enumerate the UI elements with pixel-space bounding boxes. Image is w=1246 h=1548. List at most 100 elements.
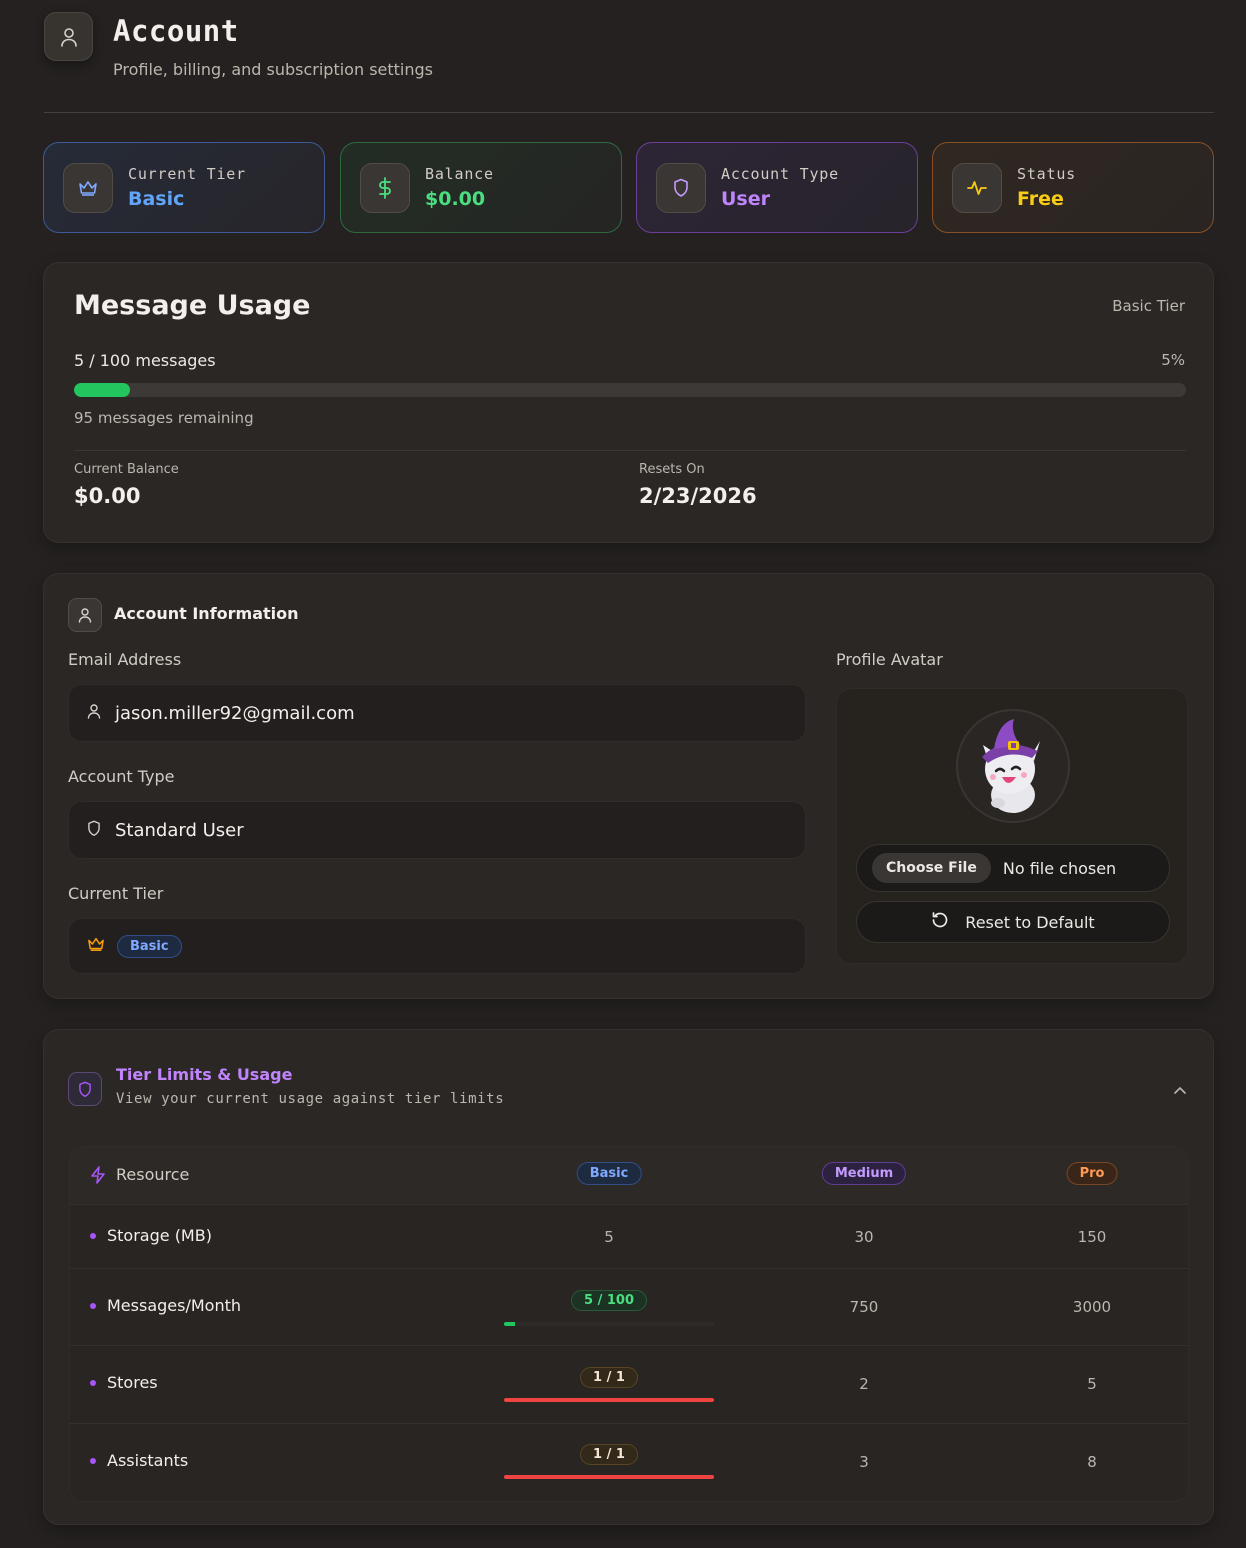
usage-count: 5 / 100 messages bbox=[74, 351, 216, 370]
dollar-icon bbox=[360, 162, 410, 213]
resource-name: Storage (MB) bbox=[107, 1226, 212, 1245]
stat-label: Status bbox=[1017, 165, 1076, 183]
stat-label: Balance bbox=[425, 165, 494, 183]
choose-file-button[interactable]: Choose File bbox=[872, 853, 991, 883]
stat-label: Account Type bbox=[721, 165, 839, 183]
email-label: Email Address bbox=[68, 650, 182, 669]
stat-value: User bbox=[721, 188, 770, 210]
resets-on-label: Resets On bbox=[639, 462, 705, 477]
usage-percent: 5% bbox=[1161, 351, 1185, 369]
medium-value: 3 bbox=[859, 1453, 869, 1471]
account-avatar-icon bbox=[44, 12, 93, 61]
row-divider bbox=[70, 1345, 1188, 1346]
pro-value: 5 bbox=[1087, 1375, 1097, 1393]
crown-icon bbox=[87, 936, 105, 956]
account-information-card: Account Information Email Address jason.… bbox=[43, 573, 1214, 999]
pro-badge: Pro bbox=[1066, 1162, 1118, 1185]
usage-tier-label: Basic Tier bbox=[1112, 297, 1185, 315]
table-header: Resource Basic Medium Pro bbox=[70, 1147, 1188, 1205]
current-balance-label: Current Balance bbox=[74, 462, 179, 477]
resource-name: Stores bbox=[107, 1373, 158, 1392]
medium-badge: Medium bbox=[821, 1162, 907, 1185]
rotate-ccw-icon bbox=[931, 911, 949, 933]
crown-icon bbox=[63, 162, 113, 213]
tier-limits-title: Tier Limits & Usage bbox=[116, 1065, 293, 1084]
shield-icon bbox=[656, 162, 706, 213]
usage-progress-bar bbox=[74, 383, 1186, 397]
bullet-dot bbox=[90, 1457, 96, 1464]
table-row-label: Stores bbox=[90, 1373, 158, 1392]
shield-icon bbox=[87, 820, 101, 841]
row-divider bbox=[70, 1268, 1188, 1269]
basic-usage-bar bbox=[504, 1398, 714, 1402]
resource-name: Assistants bbox=[107, 1451, 189, 1470]
basic-value: 5 bbox=[604, 1228, 614, 1246]
table-row-label: Storage (MB) bbox=[90, 1226, 212, 1245]
stat-value: Free bbox=[1017, 188, 1064, 210]
table-row-label: Assistants bbox=[90, 1451, 188, 1470]
pro-value: 3000 bbox=[1072, 1298, 1112, 1316]
basic-usage-bar bbox=[504, 1322, 714, 1326]
email-value: jason.miller92@gmail.com bbox=[115, 702, 355, 724]
usage-divider bbox=[74, 450, 1186, 451]
message-usage-title: Message Usage bbox=[74, 290, 311, 321]
bullet-dot bbox=[90, 1379, 96, 1386]
stat-value: $0.00 bbox=[425, 188, 486, 210]
zap-icon bbox=[90, 1165, 106, 1184]
page-title: Account bbox=[113, 14, 239, 48]
current-balance-value: $0.00 bbox=[74, 484, 141, 508]
basic-usage-pill: 1 / 1 bbox=[580, 1444, 638, 1465]
basic-badge: Basic bbox=[576, 1162, 642, 1185]
usage-progress-fill bbox=[74, 383, 130, 397]
account-type-value: Standard User bbox=[115, 819, 244, 841]
resource-header: Resource bbox=[90, 1165, 189, 1184]
header-divider bbox=[44, 112, 1214, 113]
account-type-label: Account Type bbox=[68, 767, 175, 786]
no-file-text: No file chosen bbox=[1002, 858, 1117, 878]
basic-column-header: Basic bbox=[576, 1162, 642, 1185]
row-divider bbox=[70, 1423, 1188, 1424]
basic-usage-pill: 1 / 1 bbox=[580, 1367, 638, 1388]
avatar-image bbox=[956, 709, 1070, 823]
resource-name: Messages/Month bbox=[107, 1296, 241, 1315]
basic-usage-fill bbox=[504, 1475, 714, 1479]
stat-value: Basic bbox=[128, 188, 185, 210]
stat-label: Current Tier bbox=[128, 165, 246, 183]
email-field: jason.miller92@gmail.com bbox=[68, 684, 806, 742]
stat-card-current-tier: Current Tier Basic bbox=[43, 142, 325, 233]
page-subtitle: Profile, billing, and subscription setti… bbox=[113, 60, 433, 79]
tier-limits-table: Resource Basic Medium Pro Storage (MB) 5… bbox=[69, 1146, 1189, 1502]
pro-column-header: Pro bbox=[1066, 1162, 1118, 1185]
pro-value: 8 bbox=[1087, 1453, 1097, 1471]
stat-card-status: Status Free bbox=[932, 142, 1214, 233]
current-tier-label: Current Tier bbox=[68, 884, 164, 903]
shield-icon bbox=[68, 1072, 102, 1106]
current-tier-field: Basic bbox=[68, 918, 806, 974]
profile-avatar-label: Profile Avatar bbox=[836, 650, 943, 669]
table-row-label: Messages/Month bbox=[90, 1296, 241, 1315]
user-icon bbox=[68, 598, 102, 632]
basic-usage-fill bbox=[504, 1322, 515, 1326]
file-input[interactable]: Choose File No file chosen bbox=[856, 844, 1170, 892]
basic-usage-pill: 5 / 100 bbox=[571, 1290, 647, 1311]
message-usage-card: Message Usage Basic Tier 5 / 100 message… bbox=[43, 262, 1214, 543]
chevron-up-icon[interactable] bbox=[1173, 1080, 1187, 1099]
user-icon bbox=[87, 703, 101, 723]
medium-value: 2 bbox=[859, 1375, 869, 1393]
usage-remaining: 95 messages remaining bbox=[74, 409, 254, 427]
pro-value: 150 bbox=[1077, 1228, 1107, 1246]
account-type-field: Standard User bbox=[68, 801, 806, 859]
medium-value: 30 bbox=[854, 1228, 874, 1246]
stat-card-balance: Balance $0.00 bbox=[340, 142, 622, 233]
activity-icon bbox=[952, 162, 1002, 213]
medium-value: 750 bbox=[849, 1298, 879, 1316]
account-information-title: Account Information bbox=[114, 604, 299, 623]
reset-to-default-button[interactable]: Reset to Default bbox=[856, 901, 1170, 943]
resets-on-value: 2/23/2026 bbox=[639, 484, 757, 508]
basic-usage-bar bbox=[504, 1475, 714, 1479]
reset-label: Reset to Default bbox=[965, 912, 1095, 932]
tier-limits-subtitle: View your current usage against tier lim… bbox=[116, 1091, 505, 1107]
tier-limits-card: Tier Limits & Usage View your current us… bbox=[43, 1029, 1214, 1525]
avatar-panel: Choose File No file chosen Reset to Defa… bbox=[836, 688, 1188, 964]
stat-card-account-type: Account Type User bbox=[636, 142, 918, 233]
